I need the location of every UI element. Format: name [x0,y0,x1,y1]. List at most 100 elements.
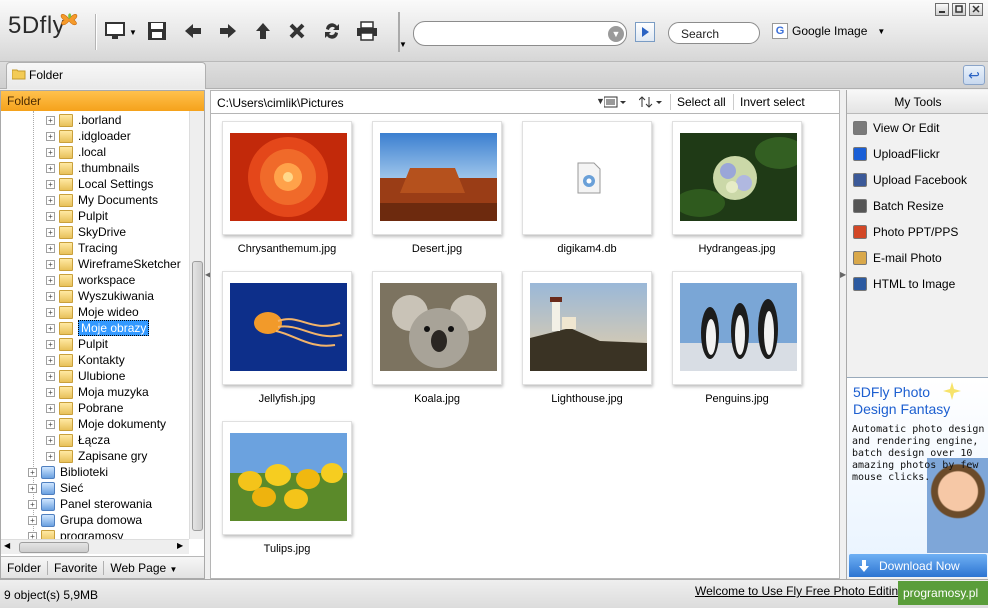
computer-button[interactable] [102,18,128,44]
thumbnail-digikam4-db[interactable] [522,121,652,235]
tree-item[interactable]: + Kontakty [46,352,125,368]
address-dropdown-icon[interactable]: ▼ [608,26,624,42]
current-path[interactable]: C:\Users\cimlik\Pictures [217,96,344,110]
expand-toggle-icon[interactable]: + [46,323,55,333]
scrollbar-thumb[interactable] [19,542,89,553]
tree-item[interactable]: + Łącza [46,432,110,448]
thumbnail-koala[interactable] [372,271,502,385]
expand-toggle-icon[interactable]: + [46,179,55,189]
up-button[interactable] [250,18,276,44]
tree-item[interactable]: + SkyDrive [46,224,126,240]
tree-item[interactable]: + Wyszukiwania [46,288,154,304]
tree-item[interactable]: + Biblioteki [28,464,108,480]
tree-vertical-scrollbar[interactable] [189,111,204,539]
go-button[interactable] [635,22,655,42]
view-mode-button[interactable] [603,96,628,111]
tool-e-mail-photo[interactable]: E-mail Photo [853,248,942,268]
thumbnail-hydrangeas[interactable] [672,121,802,235]
tool-uploadflickr[interactable]: UploadFlickr [853,144,940,164]
welcome-link[interactable]: Welcome to Use Fly Free Photo Editing [695,584,905,598]
tool-photo-ppt-pps[interactable]: Photo PPT/PPS [853,222,958,242]
thumbnail-penguins[interactable] [672,271,802,385]
expand-toggle-icon[interactable]: + [46,259,55,269]
expand-toggle-icon[interactable]: + [28,515,37,525]
expand-toggle-icon[interactable]: + [46,275,55,285]
invert-select-button[interactable]: Invert select [740,95,805,109]
thumbnail-tulips[interactable] [222,421,352,535]
expand-toggle-icon[interactable]: + [28,499,37,509]
expand-toggle-icon[interactable]: + [46,339,55,349]
tree-item[interactable]: + programosy [28,528,123,539]
promo-banner[interactable]: 5DFly Photo Design Fantasy Automatic pho… [847,377,988,577]
tree-item[interactable]: + Sieć [28,480,83,496]
expand-toggle-icon[interactable]: + [46,387,55,397]
tree-item[interactable]: + Ulubione [46,368,125,384]
expand-toggle-icon[interactable]: + [46,211,55,221]
minimize-button[interactable] [935,3,949,16]
expand-toggle-icon[interactable]: + [46,227,55,237]
sort-button[interactable] [638,96,665,111]
expand-toggle-icon[interactable]: + [46,291,55,301]
tree-item[interactable]: + Panel sterowania [28,496,152,512]
expand-toggle-icon[interactable]: + [46,451,55,461]
tree-item[interactable]: + Moja muzyka [46,384,149,400]
tree-item[interactable]: + Pobrane [46,400,123,416]
expand-toggle-icon[interactable]: + [46,307,55,317]
folder-tree[interactable]: + .borland + .idgloader + .local + .thumbnails +… [1,111,189,539]
tool-view-or-edit[interactable]: View Or Edit [853,118,939,138]
address-input[interactable] [413,21,627,46]
expand-toggle-icon[interactable]: + [46,115,55,125]
tree-item[interactable]: + Moje wideo [46,304,139,320]
expand-toggle-icon[interactable]: + [46,243,55,253]
search-input[interactable]: Search [668,22,760,44]
expand-toggle-icon[interactable]: + [46,163,55,173]
tab-folder[interactable]: Folder [6,62,206,89]
thumbnail-lighthouse[interactable] [522,271,652,385]
maximize-button[interactable] [952,3,966,16]
expand-toggle-icon[interactable]: + [46,419,55,429]
tool-html-to-image[interactable]: HTML to Image [853,274,955,294]
tab-folder-bottom[interactable]: Folder [1,560,49,575]
tool-batch-resize[interactable]: Batch Resize [853,196,944,216]
tab-web-page[interactable]: Web Page ▼ [104,561,183,575]
refresh-button[interactable] [319,18,345,44]
tree-item[interactable]: + My Documents [46,192,158,208]
tree-item[interactable]: + .thumbnails [46,160,139,176]
tree-item[interactable]: + Zapisane gry [46,448,147,464]
download-now-button[interactable]: Download Now [849,554,987,577]
return-button[interactable]: ↩ [963,65,985,85]
thumbnail-jellyfish[interactable] [222,271,352,385]
thumbnail-desert[interactable] [372,121,502,235]
delete-button[interactable] [284,18,310,44]
close-window-button[interactable] [969,3,983,16]
tree-item[interactable]: + .idgloader [46,128,131,144]
tree-item[interactable]: + Moje obrazy [46,320,150,336]
expand-toggle-icon[interactable]: + [46,355,55,365]
toolbar-grip[interactable]: ▼ [398,12,407,52]
expand-toggle-icon[interactable]: + [28,531,37,539]
computer-dropdown-arrow[interactable]: ▼ [129,28,137,37]
expand-toggle-icon[interactable]: + [46,147,55,157]
tab-favorite[interactable]: Favorite [48,560,105,575]
right-splitter-handle[interactable]: ▶ [840,270,846,290]
forward-button[interactable] [215,18,241,44]
print-button[interactable] [354,18,380,44]
select-all-button[interactable]: Select all [677,95,726,109]
search-engine-selector[interactable]: G Google Image ▼ [772,23,885,39]
tree-item[interactable]: + Moje dokumenty [46,416,166,432]
tree-item[interactable]: + WireframeSketcher [46,256,181,272]
scroll-left-icon[interactable]: ◀ [4,541,10,550]
scroll-right-icon[interactable]: ▶ [177,541,183,550]
tree-item[interactable]: + Local Settings [46,176,153,192]
tree-item[interactable]: + Pulpit [46,208,108,224]
tree-item[interactable]: + workspace [46,272,135,288]
tree-item[interactable]: + Tracing [46,240,118,256]
expand-toggle-icon[interactable]: + [46,403,55,413]
tree-item[interactable]: + .borland [46,112,121,128]
expand-toggle-icon[interactable]: + [46,435,55,445]
expand-toggle-icon[interactable]: + [46,371,55,381]
tool-upload-facebook[interactable]: Upload Facebook [853,170,967,190]
expand-toggle-icon[interactable]: + [46,131,55,141]
back-button[interactable] [180,18,206,44]
expand-toggle-icon[interactable]: + [28,483,37,493]
